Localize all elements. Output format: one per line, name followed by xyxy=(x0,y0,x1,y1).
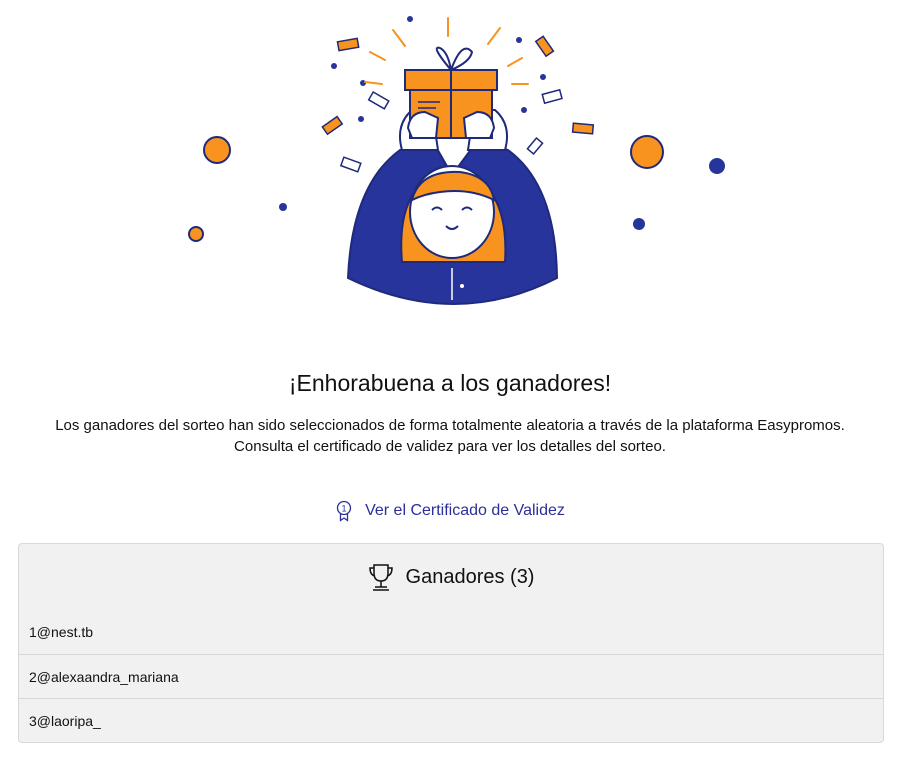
svg-text:1: 1 xyxy=(342,504,347,514)
winners-panel: Ganadores (3) 1@nest.tb 2@alexaandra_mar… xyxy=(18,543,884,743)
confetti xyxy=(367,91,390,110)
right-hand xyxy=(462,110,496,139)
winners-header: Ganadores (3) xyxy=(19,544,883,610)
decor-dot xyxy=(407,16,413,22)
celebration-illustration xyxy=(0,0,900,330)
left-hand xyxy=(406,110,440,139)
draw-description: Los ganadores del sorteo han sido selecc… xyxy=(55,417,845,455)
confetti xyxy=(321,115,344,136)
decor-dot xyxy=(540,74,546,80)
decor-circle xyxy=(203,136,231,164)
confetti xyxy=(336,37,360,52)
body-button xyxy=(460,284,464,288)
page-title: ¡Enhorabuena a los ganadores! xyxy=(288,370,612,396)
decor-dot xyxy=(358,116,364,122)
winner-row: 1@nest.tb xyxy=(29,624,94,640)
confetti xyxy=(571,122,595,135)
certificate-link[interactable]: 1 Ver el Certificado de Validez xyxy=(0,500,900,522)
winner-row: 3@laoripa_ xyxy=(19,698,883,742)
decor-dot xyxy=(331,63,337,69)
trophy-icon xyxy=(368,562,394,592)
decor-dot xyxy=(709,158,725,174)
decor-circle xyxy=(630,135,664,169)
celebration-illustration-svg xyxy=(188,16,725,305)
award-ribbon-icon: 1 xyxy=(335,500,353,522)
gift-bow xyxy=(435,46,474,74)
confetti xyxy=(526,137,544,155)
decor-dot xyxy=(516,37,522,43)
decor-dot xyxy=(279,203,287,211)
confetti xyxy=(541,88,563,105)
winners-heading: Ganadores (3) xyxy=(405,565,535,588)
winner-row: 2@alexaandra_mariana xyxy=(19,654,883,698)
decor-circle xyxy=(188,226,204,242)
decor-dot xyxy=(521,107,527,113)
confetti xyxy=(534,35,555,58)
confetti xyxy=(339,156,362,173)
decor-dot xyxy=(633,218,645,230)
certificate-link-label: Ver el Certificado de Validez xyxy=(365,502,565,519)
winners-list: 1@nest.tb 2@alexaandra_mariana 3@laoripa… xyxy=(19,610,883,742)
